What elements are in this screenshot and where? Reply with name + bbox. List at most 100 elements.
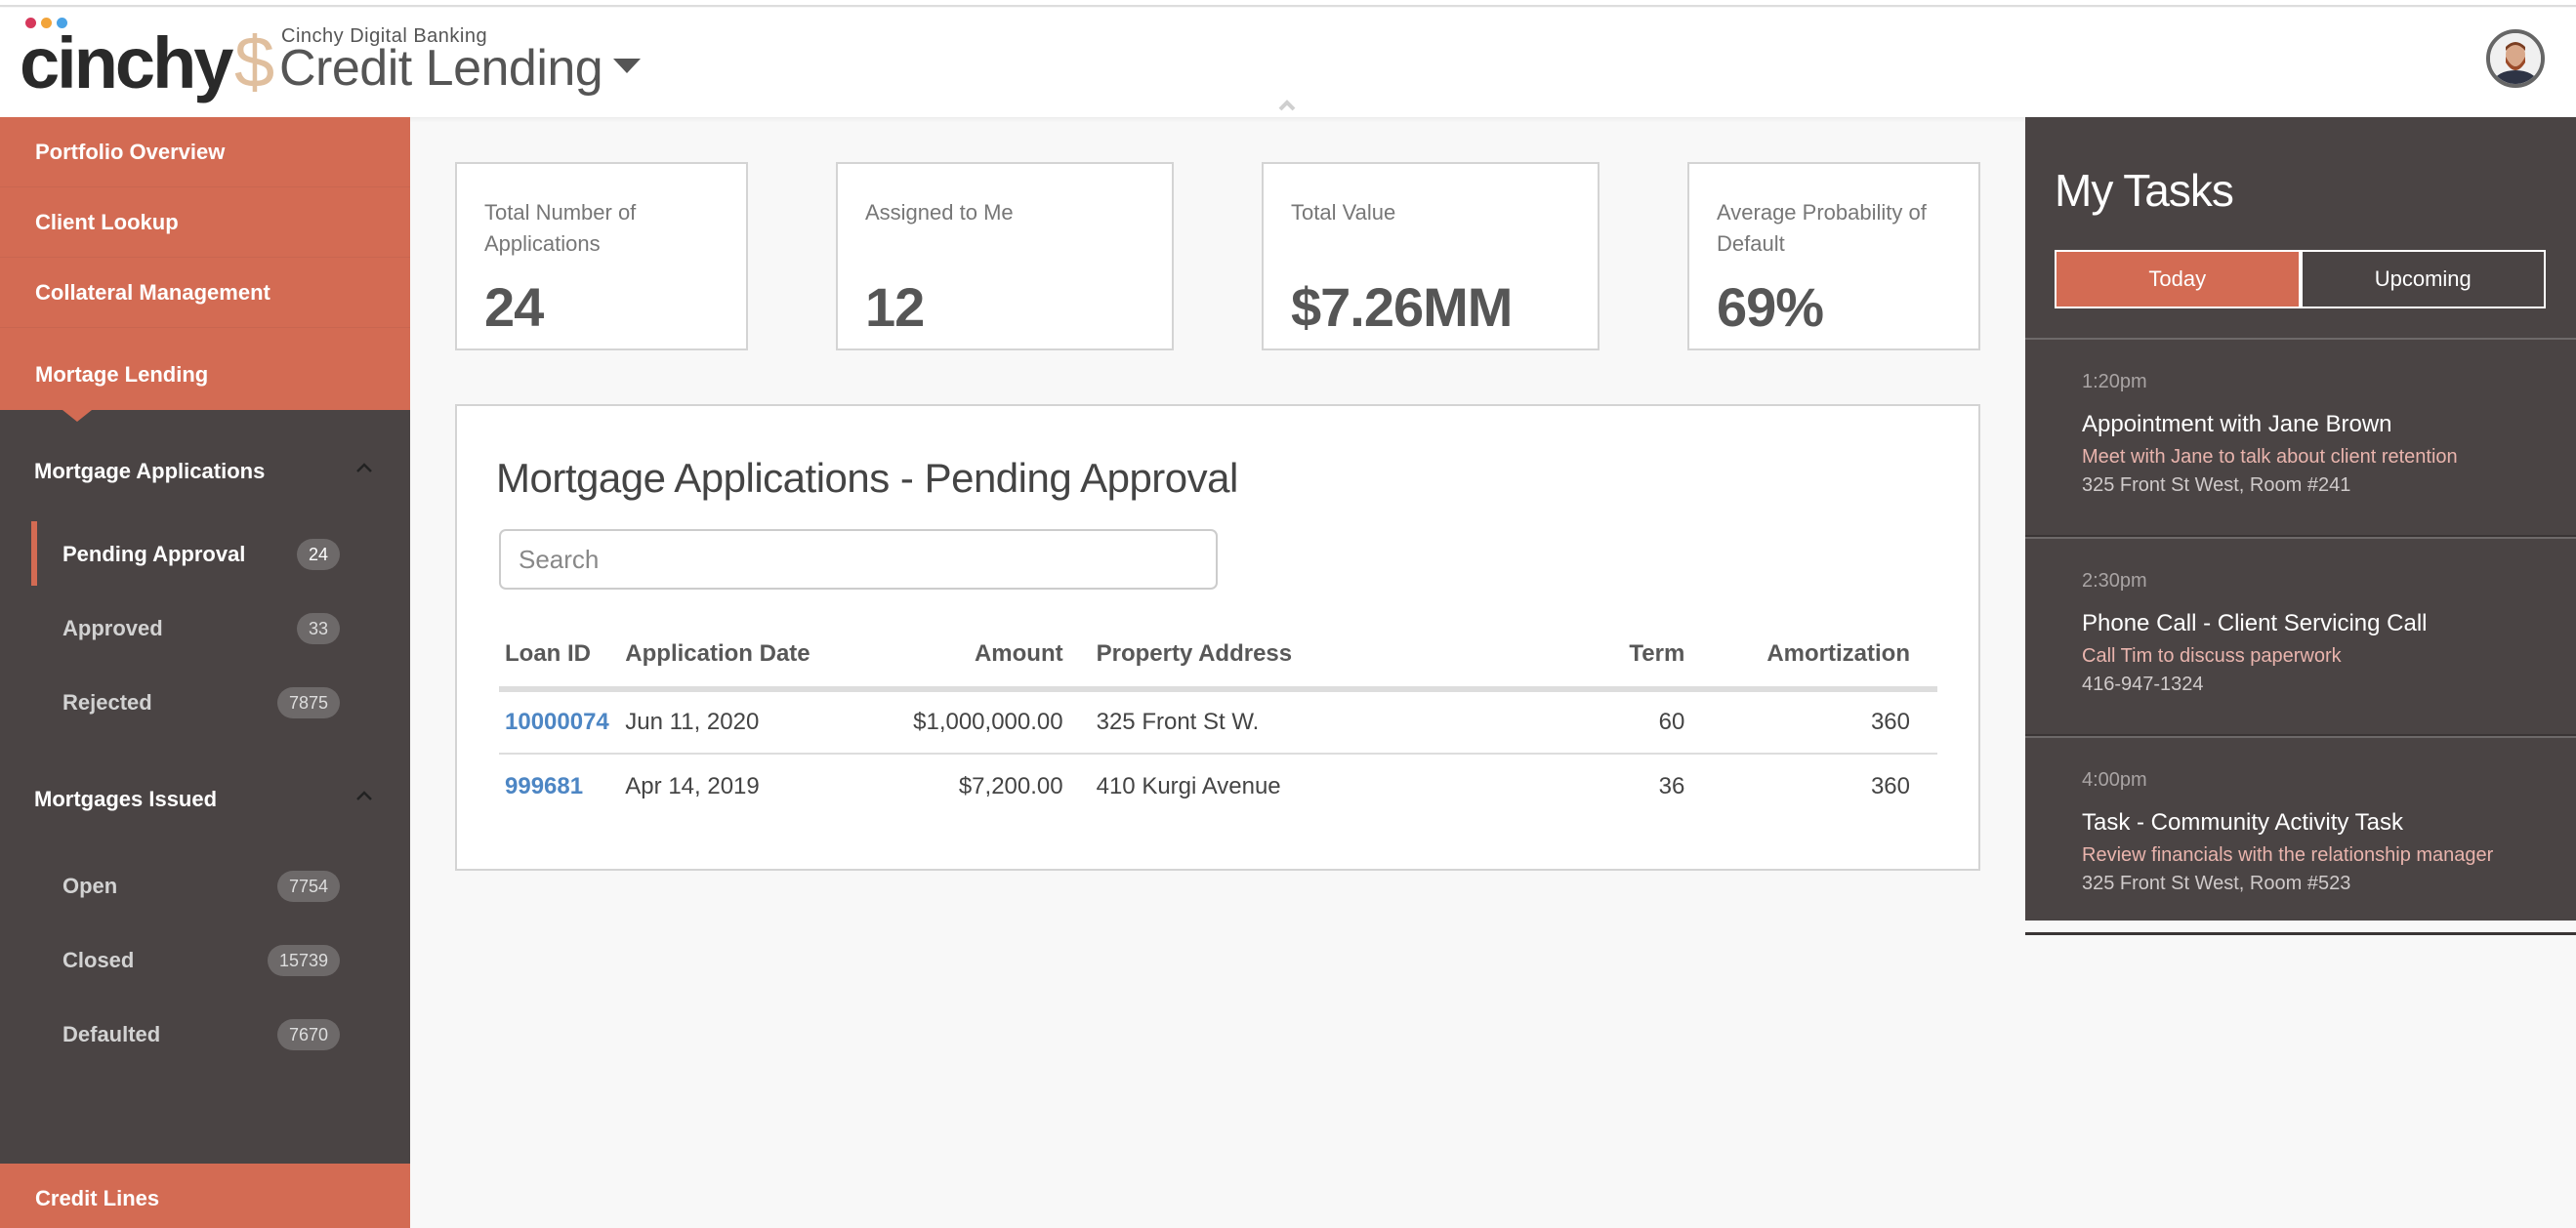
logo-dot-orange	[41, 18, 52, 28]
task-list: 1:20pm Appointment with Jane Brown Meet …	[2025, 338, 2576, 935]
logo-dots-icon	[25, 18, 67, 28]
stat-label: Assigned to Me	[865, 200, 1014, 225]
sidebar-bottom-nav: Credit Lines	[0, 1164, 410, 1228]
section-title: Mortgages Issued	[34, 787, 218, 811]
cell-amortization: 360	[1870, 772, 1910, 799]
sidebar-subitem-pending-approval[interactable]: Pending Approval 24	[0, 517, 410, 592]
task-description: Call Tim to discuss paperwork	[2082, 645, 2342, 667]
active-pointer-icon	[62, 410, 92, 422]
tab-today[interactable]: Today	[2057, 252, 2303, 307]
sidebar-item-collateral-management[interactable]: Collateral Management	[0, 258, 410, 328]
chevron-up-icon[interactable]	[354, 787, 374, 806]
sidebar-subitem-closed[interactable]: Closed 15739	[0, 923, 410, 998]
sidebar-item-credit-lines[interactable]: Credit Lines	[0, 1164, 410, 1228]
count-badge: 7754	[276, 871, 340, 902]
column-header-amortization[interactable]: Amortization	[1690, 621, 1937, 692]
table-row[interactable]: 999681 Apr 14, 2019 $7,200.00 410 Kurgi …	[499, 754, 1937, 818]
cinchy-logo[interactable]: cinchy	[20, 18, 233, 103]
section-mortgages-issued: Mortgages Issued Open 7754 Closed 15739 …	[0, 740, 410, 1072]
search-input[interactable]	[499, 529, 1218, 590]
column-header-amount[interactable]: Amount	[905, 621, 1069, 692]
sidebar-item-client-lookup[interactable]: Client Lookup	[0, 187, 410, 258]
task-title: Appointment with Jane Brown	[2082, 411, 2392, 437]
applications-table: Loan ID Application Date Amount Property…	[499, 621, 1937, 818]
section-header-mortgage-applications[interactable]: Mortgage Applications	[0, 459, 410, 498]
tasks-panel-divider	[2025, 932, 2576, 935]
loan-id-link[interactable]: 999681	[499, 754, 619, 818]
section-mortgage-applications: Mortgage Applications Pending Approval 2…	[0, 410, 410, 740]
user-avatar[interactable]	[2486, 29, 2545, 88]
stat-value: $7.26MM	[1291, 276, 1513, 338]
logo-dot-blue	[57, 18, 67, 28]
count-badge: 7670	[276, 1019, 340, 1050]
task-time: 2:30pm	[2082, 570, 2147, 592]
stat-label: Total Number of Applications	[484, 200, 637, 256]
cell-amount: $7,200.00	[958, 772, 1063, 799]
tasks-tabs: Today Upcoming	[2055, 250, 2546, 308]
sidebar-subitem-rejected[interactable]: Rejected 7875	[0, 666, 410, 740]
chevron-up-icon[interactable]	[354, 459, 374, 478]
collapse-header-chevron-up-icon[interactable]	[1277, 96, 1297, 115]
task-item[interactable]: 2:30pm Phone Call - Client Servicing Cal…	[2025, 537, 2576, 736]
task-item[interactable]: 4:00pm Task - Community Activity Task Re…	[2025, 736, 2576, 935]
stat-card-avg-probability-default: Average Probability of Default 69%	[1687, 162, 1980, 350]
cell-property-address: 410 Kurgi Avenue	[1096, 772, 1281, 799]
app-root: cinchy $ Cinchy Digital Banking Credit L…	[0, 0, 2576, 1228]
subitem-label: Defaulted	[62, 1022, 161, 1046]
cell-application-date: Apr 14, 2019	[625, 772, 760, 799]
section-title: Mortgage Applications	[34, 459, 266, 483]
count-badge: 7875	[276, 687, 340, 718]
tab-upcoming[interactable]: Upcoming	[2303, 252, 2545, 307]
cell-application-date: Jun 11, 2020	[619, 689, 906, 755]
table-row[interactable]: 10000074 Jun 11, 2020 $1,000,000.00 325 …	[499, 689, 1937, 755]
sidebar-subitem-approved[interactable]: Approved 33	[0, 592, 410, 666]
table-header-row: Loan ID Application Date Amount Property…	[499, 621, 1937, 692]
subitem-label: Open	[62, 874, 118, 898]
my-tasks-panel: My Tasks Today Upcoming 1:20pm Appointme…	[2025, 117, 2576, 921]
sidebar-item-label: Mortage Lending	[35, 362, 209, 387]
stat-label: Total Value	[1291, 200, 1396, 225]
stat-label: Average Probability of Default	[1717, 200, 1927, 256]
column-header-property-address[interactable]: Property Address	[1068, 621, 1583, 692]
sidebar-item-mortgage-lending[interactable]: Mortage Lending	[0, 328, 410, 422]
dollar-icon: $	[234, 21, 275, 102]
subitem-label: Rejected	[62, 690, 152, 715]
sidebar-subitem-open[interactable]: Open 7754	[0, 849, 410, 923]
logo-dot-red	[25, 18, 36, 28]
section-header-mortgages-issued[interactable]: Mortgages Issued	[0, 787, 410, 826]
task-description: Meet with Jane to talk about client rete…	[2082, 446, 2458, 468]
stat-value: 12	[865, 276, 925, 338]
stat-value: 24	[484, 276, 544, 338]
sidebar-subitem-defaulted[interactable]: Defaulted 7670	[0, 998, 410, 1072]
stat-card-total-value: Total Value $7.26MM	[1262, 162, 1600, 350]
cell-term: 36	[1658, 772, 1685, 799]
column-header-term[interactable]: Term	[1582, 621, 1691, 692]
column-header-loan-id[interactable]: Loan ID	[499, 621, 620, 692]
subitem-label: Approved	[62, 616, 163, 640]
sidebar: Portfolio Overview Client Lookup Collate…	[0, 117, 410, 1228]
task-location: 325 Front St West, Room #241	[2082, 474, 2351, 496]
task-title: Task - Community Activity Task	[2082, 809, 2403, 836]
sidebar-item-portfolio-overview[interactable]: Portfolio Overview	[0, 117, 410, 187]
app-switcher-caret-icon[interactable]	[613, 59, 641, 73]
task-time: 1:20pm	[2082, 371, 2147, 392]
subitem-label: Closed	[62, 948, 135, 972]
app-header: cinchy $ Cinchy Digital Banking Credit L…	[0, 8, 2576, 117]
window-top-border	[0, 0, 2576, 7]
app-title[interactable]: Credit Lending	[279, 39, 603, 98]
loan-id-link[interactable]: 10000074	[499, 689, 620, 755]
sidebar-primary-nav: Portfolio Overview Client Lookup Collate…	[0, 117, 410, 422]
column-header-application-date[interactable]: Application Date	[619, 621, 906, 692]
task-item[interactable]: 1:20pm Appointment with Jane Brown Meet …	[2025, 338, 2576, 537]
task-phone: 416-947-1324	[2082, 674, 2204, 695]
tasks-title: My Tasks	[2055, 165, 2234, 216]
cell-amortization: 360	[1690, 689, 1937, 755]
cell-amount: $1,000,000.00	[905, 689, 1069, 755]
user-avatar-icon	[2490, 33, 2541, 84]
task-time: 4:00pm	[2082, 769, 2147, 791]
panel-title: Mortgage Applications - Pending Approval	[496, 455, 1238, 501]
stat-value: 69%	[1717, 276, 1824, 338]
task-location: 325 Front St West, Room #523	[2082, 873, 2351, 894]
logo-text: cinchy	[20, 22, 233, 103]
count-badge: 33	[296, 613, 340, 644]
